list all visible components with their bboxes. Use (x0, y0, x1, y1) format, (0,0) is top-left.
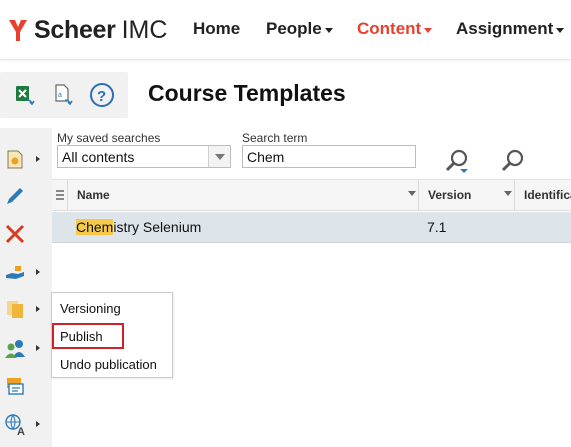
cell-name: Chemistry Selenium (76, 219, 201, 235)
gallery-icon (7, 378, 24, 395)
column-menu-icon[interactable] (56, 190, 64, 200)
dropdown-toggle[interactable] (208, 146, 230, 167)
excel-export-icon (16, 86, 35, 106)
menu-item-publish[interactable]: Publish (52, 323, 124, 349)
page-toolbar: a ? (0, 72, 128, 118)
delete-button[interactable] (4, 221, 44, 247)
copy-pages-icon (7, 301, 23, 318)
chevron-down-icon (556, 27, 565, 33)
svg-text:?: ? (97, 88, 106, 105)
expand-arrow-icon (36, 269, 40, 275)
nav-home[interactable]: Home (193, 19, 240, 39)
pdf-export-icon: a (55, 84, 73, 106)
nav-home-label: Home (193, 19, 241, 38)
column-separator (418, 180, 419, 210)
page-title: Course Templates (148, 80, 346, 106)
advanced-search-icon (445, 149, 468, 173)
help-button[interactable]: ? (89, 82, 115, 108)
column-name-label: Name (77, 188, 110, 202)
expand-arrow-icon (36, 306, 40, 312)
new-item-button[interactable] (4, 146, 44, 172)
cell-version: 7.1 (427, 219, 447, 235)
pdf-export-button[interactable]: a (50, 82, 76, 108)
column-identifier-label: Identifica (524, 188, 571, 202)
excel-export-button[interactable] (12, 82, 38, 108)
help-icon: ? (90, 83, 114, 107)
nav-people[interactable]: People (266, 19, 333, 39)
menu-item-undo-publication[interactable]: Undo publication (52, 352, 172, 376)
search-match-highlight: Chem (76, 219, 114, 235)
search-button[interactable] (499, 147, 527, 175)
saved-searches-value: All contents (62, 149, 135, 165)
edit-icon (7, 188, 23, 204)
new-item-icon (7, 150, 23, 169)
column-version[interactable]: Version (428, 180, 471, 210)
delete-icon (5, 224, 25, 244)
chevron-down-icon[interactable] (504, 191, 512, 196)
column-separator (514, 180, 515, 210)
chevron-down-icon (424, 27, 433, 33)
nav-content-label: Content (357, 19, 422, 38)
saved-searches-select[interactable]: All contents (57, 145, 231, 168)
share-button[interactable] (4, 259, 44, 285)
main-menu: Home People Content Assignment (0, 19, 571, 41)
nav-people-label: People (266, 19, 322, 38)
users-icon (5, 340, 25, 358)
copy-button[interactable] (4, 296, 44, 322)
language-icon: A (5, 414, 25, 436)
column-identifier[interactable]: Identifica (524, 180, 571, 210)
nav-content[interactable]: Content (357, 19, 433, 39)
nav-assignment[interactable]: Assignment (456, 19, 565, 39)
expand-arrow-icon (36, 156, 40, 162)
svg-text:A: A (17, 426, 25, 436)
cell-name-rest: istry Selenium (113, 219, 202, 235)
table-row[interactable]: Chemistry Selenium 7.1 (52, 212, 571, 243)
expand-arrow-icon (36, 345, 40, 351)
search-term-label: Search term (242, 131, 308, 145)
chevron-down-icon (214, 153, 225, 160)
advanced-search-button[interactable] (443, 147, 471, 175)
users-button[interactable] (4, 335, 44, 361)
column-name[interactable]: Name (77, 180, 110, 210)
expand-arrow-icon (36, 421, 40, 427)
chevron-down-icon[interactable] (408, 191, 416, 196)
search-icon (501, 149, 524, 172)
nav-assignment-label: Assignment (456, 19, 554, 38)
saved-searches-label: My saved searches (57, 131, 161, 145)
top-navigation: Scheer IMC Home People Content Assignmen… (0, 0, 571, 60)
language-button[interactable]: A (4, 411, 44, 437)
grid-header: Name Version Identifica (52, 179, 571, 211)
chevron-down-icon (324, 27, 333, 33)
svg-text:a: a (58, 92, 62, 99)
gallery-button[interactable] (4, 373, 44, 399)
menu-item-versioning[interactable]: Versioning (52, 296, 172, 320)
search-term-input[interactable] (242, 145, 416, 168)
column-version-label: Version (428, 188, 472, 202)
edit-button[interactable] (4, 183, 44, 209)
context-menu: Versioning Publish Undo publication (51, 292, 173, 378)
hand-share-icon (6, 266, 24, 279)
action-sidebar: A (0, 128, 52, 447)
column-separator (67, 180, 68, 210)
